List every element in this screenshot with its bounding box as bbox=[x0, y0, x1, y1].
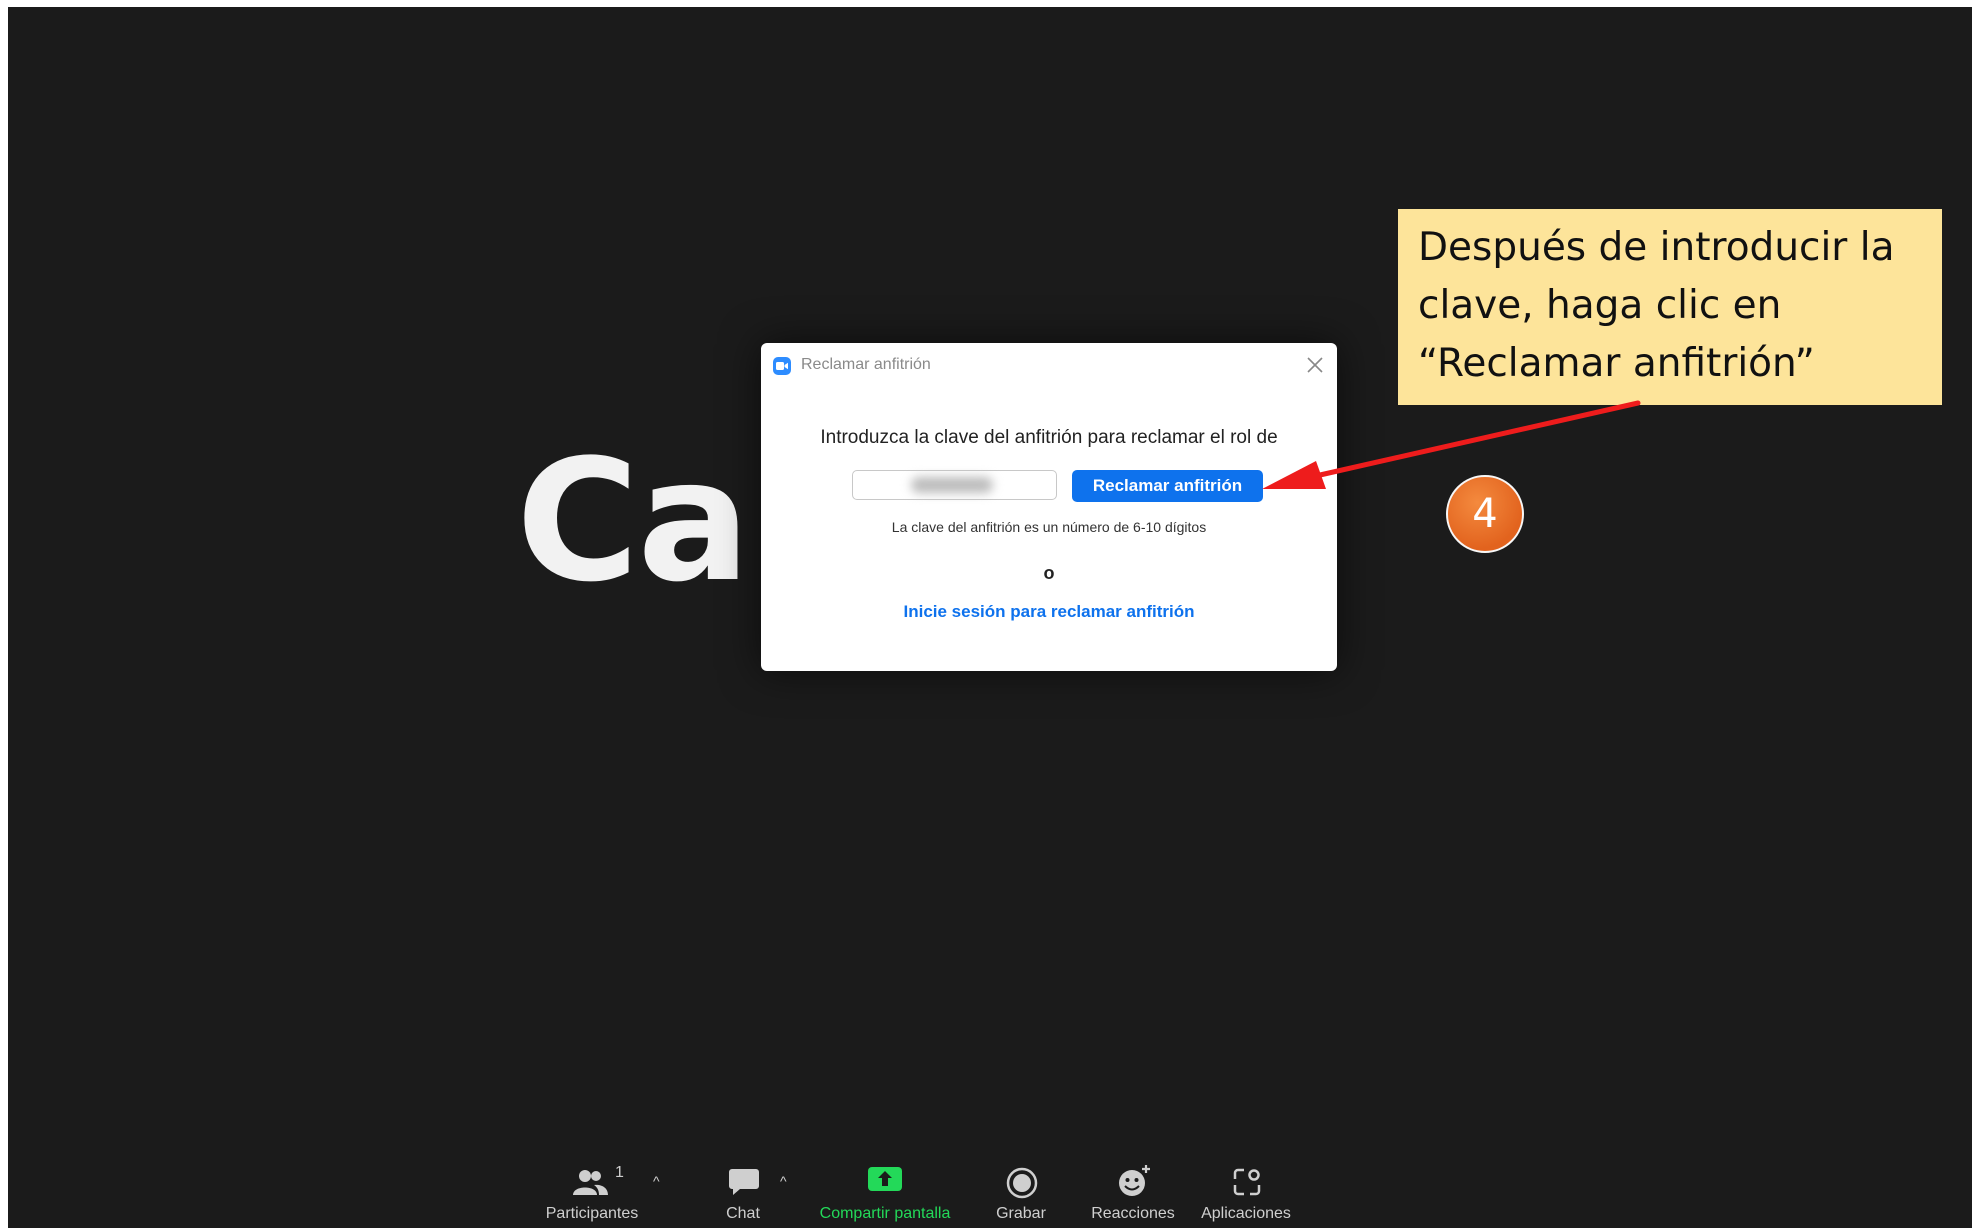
blurred-host-key bbox=[911, 477, 993, 493]
chat-label: Chat bbox=[726, 1205, 760, 1222]
record-label: Grabar bbox=[996, 1205, 1046, 1222]
claim-host-dialog: Reclamar anfitrión Introduzca la clave d… bbox=[761, 343, 1337, 671]
claim-host-button[interactable]: Reclamar anfitrión bbox=[1072, 470, 1263, 502]
participants-count: 1 bbox=[615, 1164, 624, 1181]
zoom-app-icon bbox=[773, 357, 791, 375]
apps-label: Aplicaciones bbox=[1201, 1205, 1291, 1222]
share-screen-label: Compartir pantalla bbox=[819, 1205, 951, 1222]
record-button[interactable]: Grabar bbox=[976, 1159, 1066, 1228]
chat-icon bbox=[729, 1169, 759, 1195]
dialog-prompt-overflow: anfitrión bbox=[761, 451, 1337, 456]
close-icon[interactable] bbox=[1303, 353, 1327, 377]
chat-button[interactable]: Chat bbox=[698, 1159, 788, 1228]
record-icon bbox=[1006, 1167, 1038, 1199]
share-screen-button[interactable]: Compartir pantalla bbox=[810, 1159, 960, 1228]
participants-chevron-up-icon[interactable]: ^ bbox=[653, 1173, 660, 1189]
reactions-label: Reacciones bbox=[1091, 1205, 1175, 1222]
dialog-prompt: Introduzca la clave del anfitrión para r… bbox=[820, 427, 1278, 448]
step-number-badge: 4 bbox=[1446, 475, 1524, 553]
host-key-hint: La clave del anfitrión es un número de 6… bbox=[891, 519, 1207, 535]
or-separator: o bbox=[1043, 563, 1055, 583]
chat-chevron-up-icon[interactable]: ^ bbox=[780, 1173, 787, 1189]
participants-label: Participantes bbox=[545, 1205, 639, 1222]
dialog-titlebar: Reclamar anfitrión bbox=[761, 343, 1337, 379]
participants-button[interactable]: 1 Participantes bbox=[538, 1159, 646, 1228]
reactions-button[interactable]: Reacciones bbox=[1083, 1159, 1183, 1228]
apps-icon bbox=[1233, 1168, 1261, 1196]
dialog-title: Reclamar anfitrión bbox=[801, 356, 931, 373]
signin-claim-link[interactable]: Inicie sesión para reclamar anfitrión bbox=[761, 602, 1337, 622]
reactions-icon bbox=[1119, 1165, 1150, 1196]
tutorial-callout: Después de introducir la clave, haga cli… bbox=[1398, 209, 1942, 405]
meeting-stage: Car Reclamar anfitrión Introduzca la cla… bbox=[8, 7, 1972, 1228]
share-screen-icon bbox=[868, 1167, 902, 1191]
participants-icon bbox=[573, 1170, 608, 1195]
apps-button[interactable]: Aplicaciones bbox=[1196, 1159, 1296, 1228]
